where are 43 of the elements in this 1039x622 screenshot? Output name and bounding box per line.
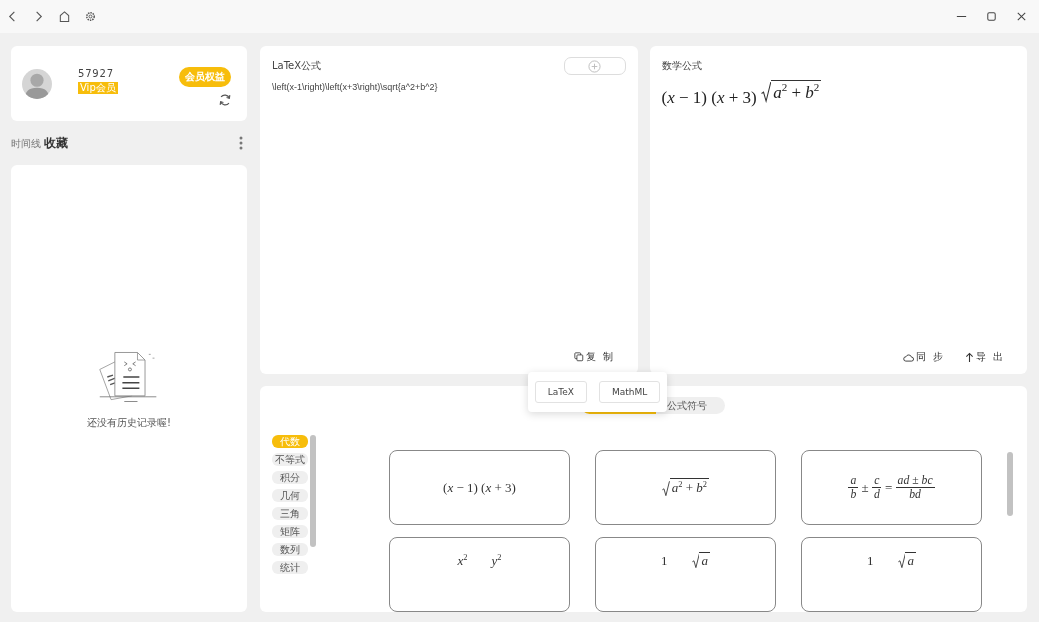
category-tab[interactable]: 矩阵 <box>272 525 308 538</box>
plus-circle-icon <box>588 59 601 73</box>
radical-sign-icon <box>691 553 700 569</box>
scrollbar[interactable] <box>310 435 316 547</box>
history-tab[interactable]: 时间线 <box>11 136 41 151</box>
formula-card[interactable]: 1 a <box>801 537 982 612</box>
panel-title: LaTeX公式 <box>272 59 322 73</box>
formula-card[interactable]: 1 a <box>595 537 776 612</box>
category-tab[interactable]: 几何 <box>272 489 308 502</box>
close-icon[interactable] <box>1015 10 1028 23</box>
format-option[interactable]: MathML <box>598 381 661 403</box>
refresh-icon[interactable] <box>218 92 232 107</box>
formula-card[interactable]: (x − 1) (x + 3) <box>389 450 570 525</box>
copy-button[interactable]: 复 制 <box>574 350 616 364</box>
rendered-formula: (x − 1) (x + 3) a$^{2}$ + b$^{2}$ <box>661 80 823 109</box>
category-tab[interactable]: 不等式 <box>272 453 308 466</box>
vip-badge: Vip会员 <box>78 81 118 94</box>
panel-title: 数学公式 <box>661 59 702 73</box>
history-tab[interactable]: 收藏 <box>44 134 68 152</box>
formula-card[interactable]: a$^{2}$ + b$^{2}$ <box>595 450 776 525</box>
up-arrow-icon <box>964 351 974 363</box>
maximize-icon[interactable] <box>985 10 998 23</box>
category-tab[interactable]: 统计 <box>272 561 308 574</box>
radical-sign-icon <box>760 82 772 103</box>
format-option[interactable]: LaTeX <box>534 381 587 403</box>
empty-history-message: 还没有历史记录喔! <box>87 415 171 430</box>
formula-card[interactable]: x$^{2}$ y$^{2}$ <box>389 537 570 612</box>
avatar <box>22 68 52 99</box>
home-icon[interactable] <box>58 10 71 23</box>
scrollbar[interactable] <box>1007 452 1013 516</box>
export-button[interactable]: 导 出 <box>964 350 1005 364</box>
sync-button[interactable]: 同 步 <box>902 350 945 364</box>
category-tab[interactable]: 数列 <box>272 543 308 556</box>
cloud-icon <box>902 352 914 362</box>
settings-icon[interactable] <box>84 10 97 23</box>
radical-sign-icon <box>661 481 670 497</box>
latex-source-field[interactable]: \left(x-1\right)\left(x+3\right)\sqrt{a^2+b^2} <box>272 82 626 350</box>
radical-sign-icon <box>897 553 906 569</box>
category-tab[interactable]: 积分 <box>272 471 308 484</box>
user-id: 57927 <box>78 67 114 79</box>
more-icon[interactable] <box>239 136 243 150</box>
copy-icon <box>574 352 585 362</box>
category-tab[interactable]: 三角 <box>272 507 308 520</box>
